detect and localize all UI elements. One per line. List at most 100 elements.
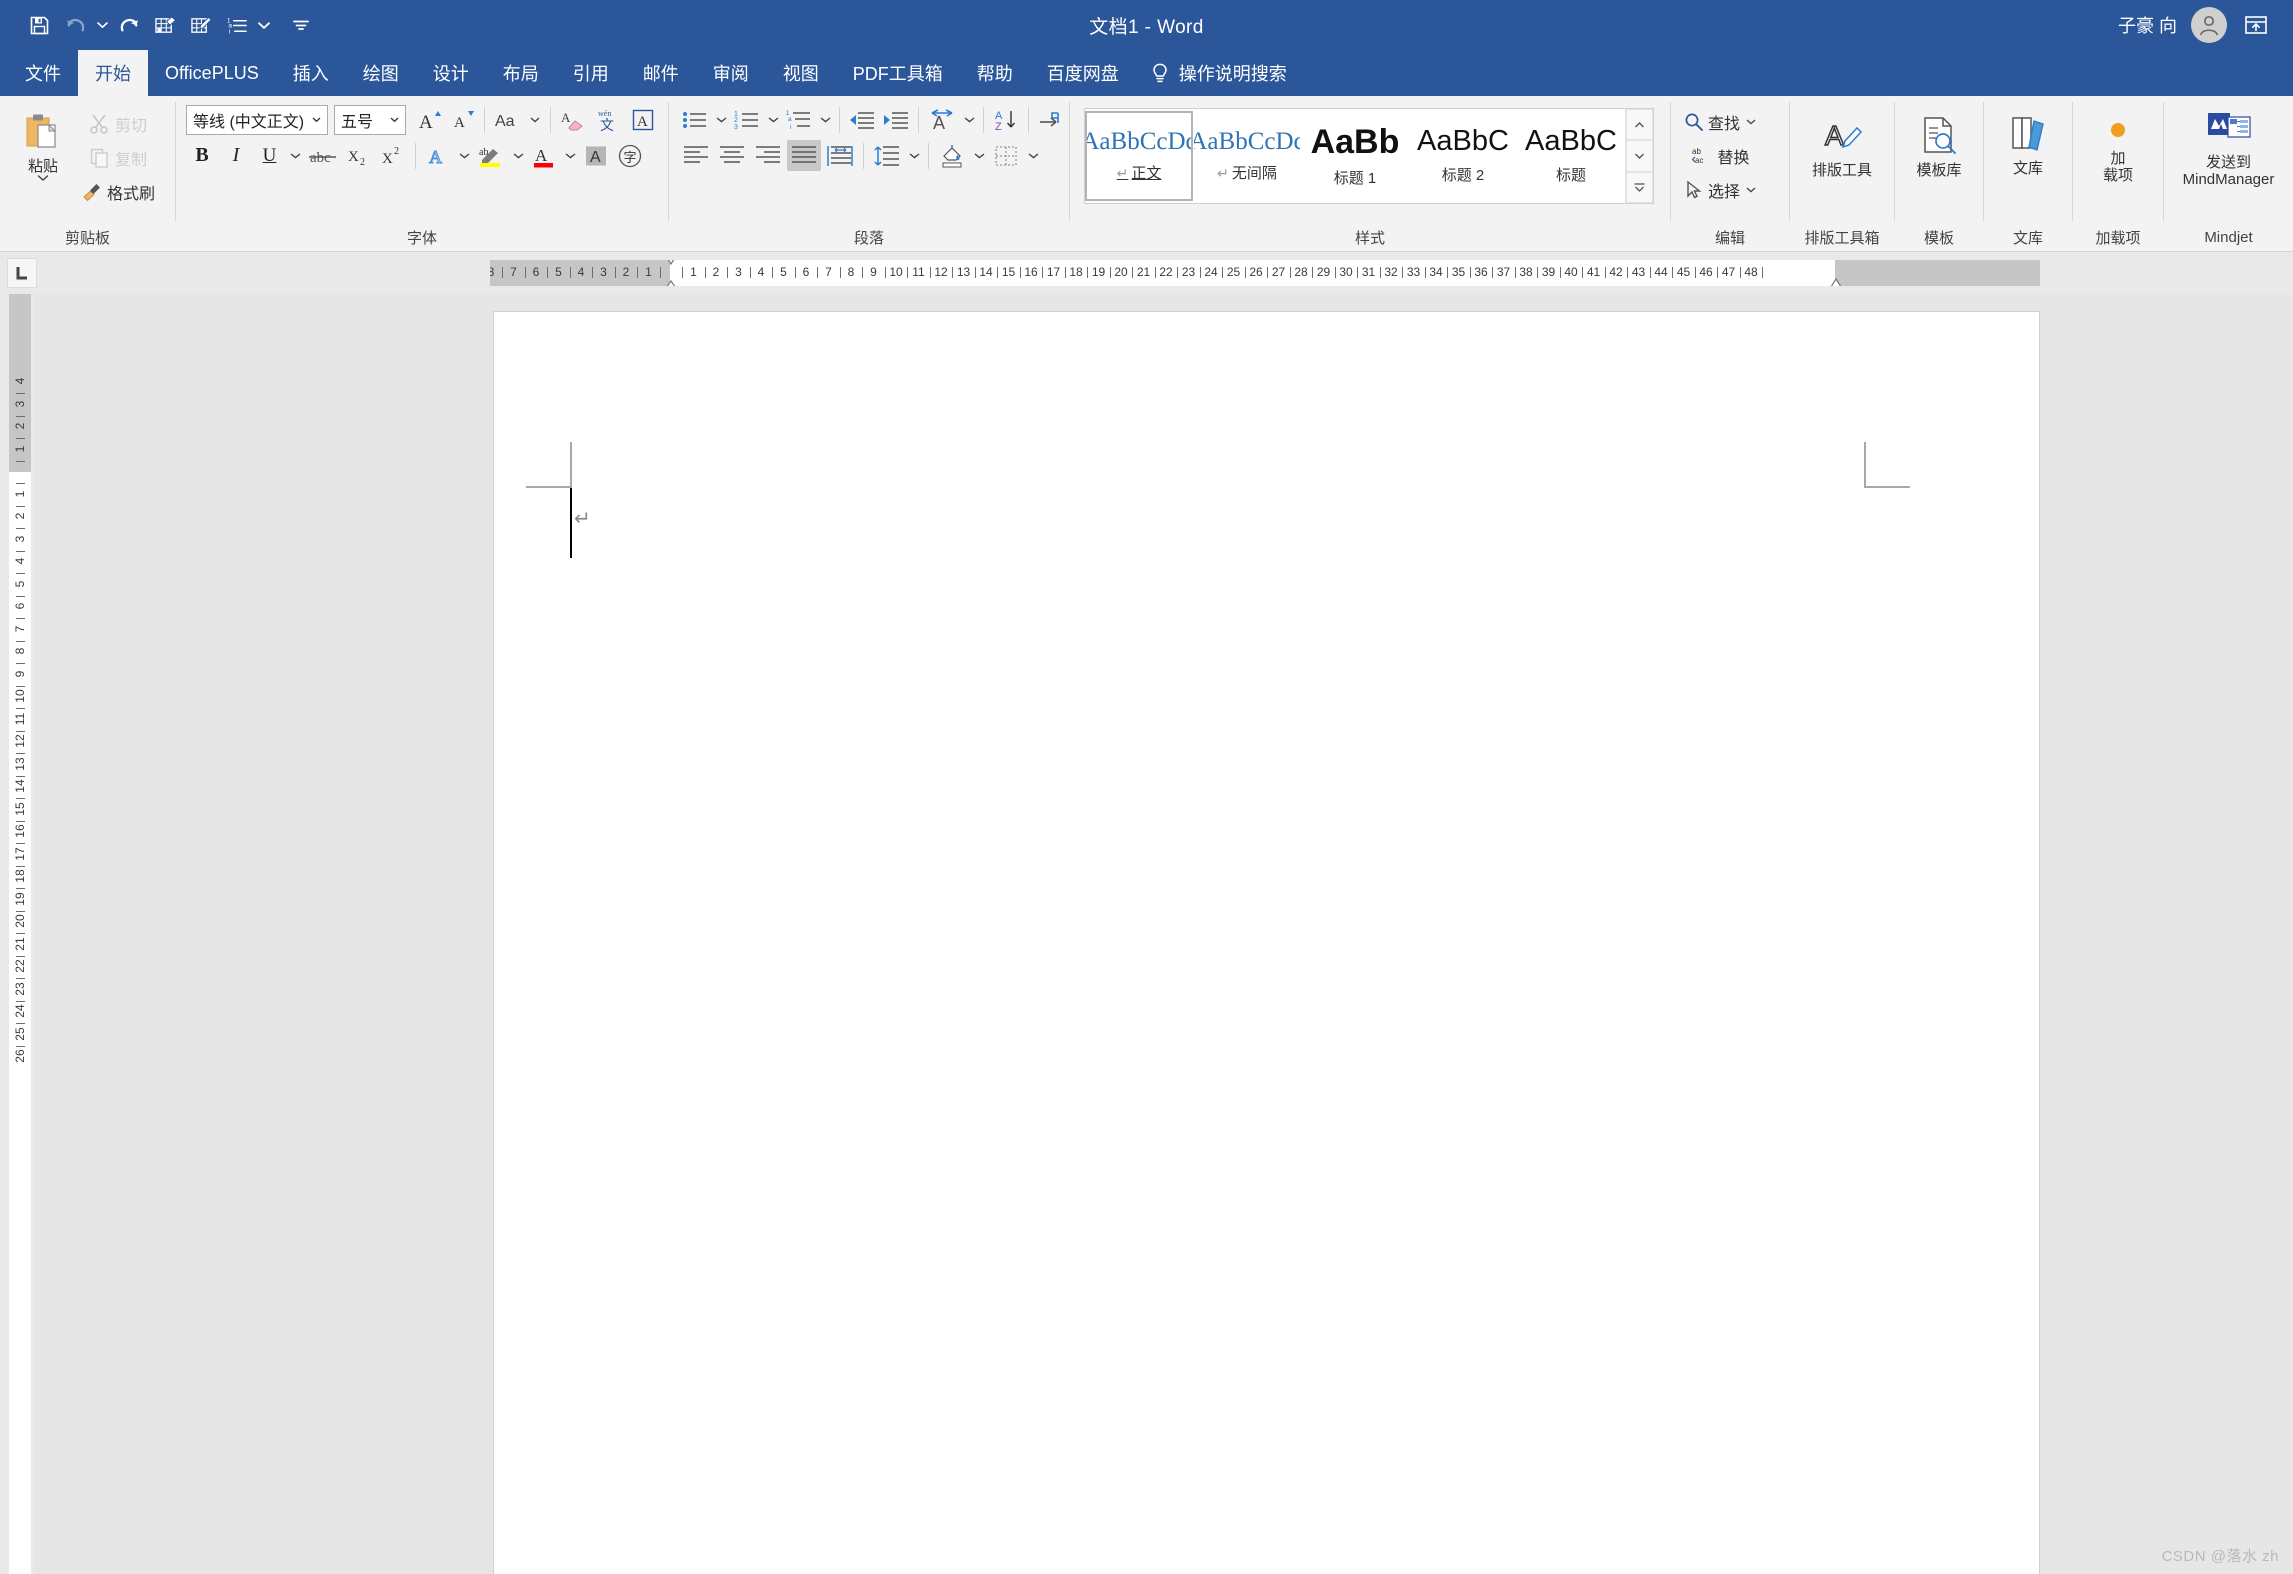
vertical-ruler[interactable]: 4 3 2 1 1 2 3 4 5 6 7 8 9 10 11 12 13 14 15 16 17 18 19 20 21 22 2… xyxy=(0,294,34,1574)
tab-file[interactable]: 文件 xyxy=(8,50,78,96)
distribute-button[interactable] xyxy=(823,140,857,171)
select-button[interactable]: 选择 xyxy=(1681,174,1760,205)
bold-button[interactable]: B xyxy=(186,140,218,171)
tab-pdf-toolbox[interactable]: PDF工具箱 xyxy=(836,50,960,96)
styles-scroll-up-button[interactable] xyxy=(1626,109,1653,141)
tab-stop-selector[interactable] xyxy=(7,258,37,288)
tab-draw[interactable]: 绘图 xyxy=(346,50,416,96)
strikethrough-button[interactable]: abc xyxy=(305,140,341,171)
qat-undo-dropdown[interactable] xyxy=(94,8,110,42)
multilevel-list-button[interactable]: 1ai xyxy=(783,104,815,135)
style-item-title[interactable]: AaBbC 标题 xyxy=(1517,111,1625,201)
style-item-heading-1[interactable]: AaBb 标题 1 xyxy=(1301,111,1409,201)
ribbon-display-options-icon[interactable] xyxy=(2241,10,2271,40)
character-border-button[interactable]: A xyxy=(627,104,659,135)
numbering-button[interactable]: 123 xyxy=(731,104,763,135)
font-name-dropdown[interactable] xyxy=(308,106,325,134)
text-highlight-dropdown[interactable] xyxy=(510,140,526,171)
typesetting-tool-button[interactable]: A 排版工具 xyxy=(1806,112,1878,182)
replace-button[interactable]: ab ac 替换 xyxy=(1681,140,1760,171)
send-to-mindmanager-button[interactable]: 发送到 MindManager xyxy=(2177,108,2281,192)
clear-formatting-button[interactable]: A xyxy=(557,104,589,135)
document-canvas[interactable]: ↵ CSDN @落水 zh xyxy=(34,294,2293,1574)
find-button[interactable]: 查找 xyxy=(1681,106,1760,137)
borders-dropdown[interactable] xyxy=(1025,140,1041,171)
avatar[interactable] xyxy=(2191,7,2227,43)
paste-dropdown-caret[interactable] xyxy=(37,174,50,182)
underline-dropdown[interactable] xyxy=(287,140,303,171)
phonetic-guide-button[interactable]: wén 文 xyxy=(591,104,625,135)
qat-undo-button[interactable] xyxy=(58,8,92,42)
style-item-heading-2[interactable]: AaBbC 标题 2 xyxy=(1409,111,1517,201)
underline-button[interactable]: U xyxy=(254,140,285,171)
line-spacing-button[interactable] xyxy=(870,140,904,171)
numbering-dropdown[interactable] xyxy=(765,104,781,135)
format-painter-button[interactable]: 格式刷 xyxy=(78,176,158,207)
right-indent-marker[interactable] xyxy=(1827,278,1845,286)
text-highlight-button[interactable]: ab xyxy=(474,140,508,171)
line-spacing-dropdown[interactable] xyxy=(906,140,922,171)
style-item-normal[interactable]: AaBbCcDc ↵ 正文 xyxy=(1085,111,1193,201)
font-color-button[interactable]: A xyxy=(528,140,560,171)
east-asian-layout-dropdown[interactable] xyxy=(961,104,977,135)
align-left-button[interactable] xyxy=(679,140,713,171)
user-account-name[interactable]: 子豪 向 xyxy=(2118,12,2177,38)
shading-button[interactable] xyxy=(935,140,969,171)
tab-mailings[interactable]: 邮件 xyxy=(626,50,696,96)
justify-button[interactable] xyxy=(787,140,821,171)
find-dropdown-caret[interactable] xyxy=(1744,118,1757,125)
multilevel-list-dropdown[interactable] xyxy=(817,104,833,135)
subscript-button[interactable]: X2 xyxy=(343,140,375,171)
enclose-characters-button[interactable]: 字 xyxy=(614,140,646,171)
tab-help[interactable]: 帮助 xyxy=(960,50,1030,96)
decrease-indent-button[interactable] xyxy=(846,104,878,135)
tab-layout[interactable]: 布局 xyxy=(486,50,556,96)
styles-more-button[interactable] xyxy=(1626,171,1653,203)
tab-references[interactable]: 引用 xyxy=(556,50,626,96)
tab-home[interactable]: 开始 xyxy=(78,50,148,96)
cut-button[interactable]: 剪切 xyxy=(78,108,158,139)
qat-draw-table-button[interactable] xyxy=(184,8,218,42)
align-center-button[interactable] xyxy=(715,140,749,171)
first-line-indent-marker[interactable] xyxy=(662,260,680,266)
select-dropdown-caret[interactable] xyxy=(1744,186,1757,193)
qat-customize-button[interactable] xyxy=(284,8,318,42)
left-indent-marker[interactable] xyxy=(662,280,680,286)
tab-design[interactable]: 设计 xyxy=(416,50,486,96)
tab-insert[interactable]: 插入 xyxy=(276,50,346,96)
increase-indent-button[interactable] xyxy=(880,104,912,135)
style-item-no-spacing[interactable]: AaBbCcDc ↵ 无间隔 xyxy=(1193,111,1301,201)
horizontal-ruler[interactable]: 8 7 6 5 4 3 2 1 1 2 3 4 5 6 7 8 9 10 11 12 13 14 15 16 17 18 19 20 2… xyxy=(490,260,2040,286)
font-size-combo[interactable]: 五号 xyxy=(334,104,406,135)
character-shading-button[interactable]: A xyxy=(580,140,612,171)
qat-redo-button[interactable] xyxy=(112,8,146,42)
text-effects-dropdown[interactable] xyxy=(456,140,472,171)
grow-font-button[interactable]: A xyxy=(414,104,445,135)
font-name-combo[interactable]: 等线 (中文正文) xyxy=(186,104,328,135)
east-asian-layout-button[interactable]: A xyxy=(925,104,959,135)
superscript-button[interactable]: X2 xyxy=(377,140,409,171)
sort-button[interactable]: AZ xyxy=(990,104,1022,135)
qat-save-button[interactable] xyxy=(22,8,56,42)
shading-dropdown[interactable] xyxy=(971,140,987,171)
show-formatting-marks-button[interactable] xyxy=(1035,104,1067,135)
change-case-caret[interactable] xyxy=(528,116,541,123)
align-right-button[interactable] xyxy=(751,140,785,171)
qat-numbering-dropdown[interactable] xyxy=(256,8,272,42)
italic-button[interactable]: I xyxy=(220,140,252,171)
qat-table-eraser-button[interactable] xyxy=(148,8,182,42)
bullets-button[interactable] xyxy=(679,104,711,135)
paste-button[interactable]: 粘贴 xyxy=(14,110,72,185)
font-size-dropdown[interactable] xyxy=(386,106,403,134)
copy-button[interactable]: 复制 xyxy=(78,142,158,173)
template-library-button[interactable]: 模板库 xyxy=(1910,112,1968,182)
document-page[interactable]: ↵ xyxy=(494,312,2039,1574)
borders-button[interactable] xyxy=(989,140,1023,171)
text-effects-button[interactable]: A xyxy=(422,140,454,171)
tab-baidu-netdisk[interactable]: 百度网盘 xyxy=(1030,50,1136,96)
tab-view[interactable]: 视图 xyxy=(766,50,836,96)
tab-review[interactable]: 审阅 xyxy=(696,50,766,96)
bullets-dropdown[interactable] xyxy=(713,104,729,135)
document-library-button[interactable]: 文库 xyxy=(1999,112,2057,180)
change-case-button[interactable]: Aa xyxy=(491,104,544,135)
